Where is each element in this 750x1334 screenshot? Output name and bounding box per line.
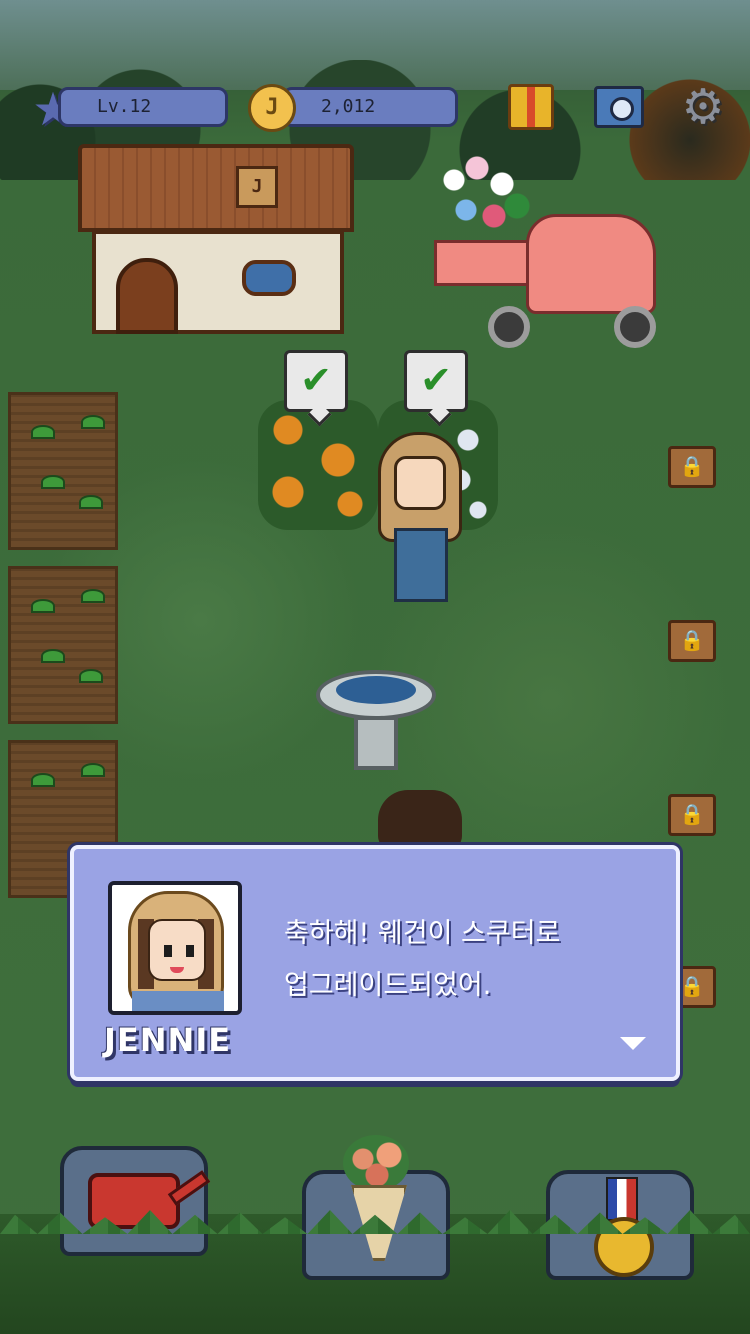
scooter-wheel-rear bbox=[488, 306, 530, 348]
sprout bbox=[41, 475, 65, 489]
house-roof bbox=[78, 144, 354, 232]
house-window bbox=[242, 260, 296, 296]
sprout bbox=[31, 425, 55, 439]
locked-plot-sign[interactable]: 🔒 bbox=[668, 446, 716, 488]
achievements-button[interactable] bbox=[546, 1170, 694, 1280]
check-icon[interactable]: ✔ bbox=[404, 350, 468, 412]
level-label: Lv.12 bbox=[97, 96, 152, 117]
crop-field[interactable] bbox=[8, 566, 118, 724]
lock-icon: 🔒 bbox=[679, 802, 705, 826]
game-scene: ★ Lv.12 2,012 J ⚙ J 🔒 🔒 🔒 🔒 ✔ ✔ JENNIE 축… bbox=[0, 0, 750, 1334]
portrait-eye bbox=[164, 945, 172, 957]
coin-icon: J bbox=[248, 84, 296, 132]
lock-icon: 🔒 bbox=[679, 454, 705, 478]
character-face bbox=[394, 456, 446, 510]
camera-button[interactable] bbox=[592, 80, 646, 134]
house[interactable]: J bbox=[78, 132, 354, 334]
crop-field[interactable] bbox=[8, 392, 118, 550]
dialog-box[interactable]: JENNIE 축하해! 웨건이 스쿠터로 업그레이드되었어. bbox=[70, 845, 680, 1081]
watering-button[interactable] bbox=[60, 1146, 208, 1256]
bouquet-icon bbox=[341, 1135, 411, 1255]
scooter-body bbox=[526, 214, 656, 314]
portrait-shoulders bbox=[132, 991, 224, 1011]
sprout bbox=[81, 763, 105, 777]
dialog-line-1: 축하해! 웨건이 스쿠터로 bbox=[284, 918, 561, 949]
check-icon[interactable]: ✔ bbox=[284, 350, 348, 412]
sprout bbox=[81, 589, 105, 603]
portrait-eye bbox=[186, 945, 194, 957]
flower-scooter[interactable] bbox=[426, 150, 666, 348]
house-door[interactable] bbox=[116, 258, 178, 334]
fountain-water bbox=[336, 676, 416, 704]
house-sign: J bbox=[236, 166, 278, 208]
lock-icon: 🔒 bbox=[679, 974, 705, 998]
fountain-base bbox=[354, 716, 398, 770]
gift-button[interactable] bbox=[504, 80, 558, 134]
sprout bbox=[79, 495, 103, 509]
level-pill: Lv.12 bbox=[58, 87, 228, 127]
lock-icon: 🔒 bbox=[679, 628, 705, 652]
player-character[interactable] bbox=[374, 432, 466, 602]
sprout bbox=[31, 599, 55, 613]
pet-dog[interactable] bbox=[378, 790, 462, 850]
locked-plot-sign[interactable]: 🔒 bbox=[668, 620, 716, 662]
fountain[interactable] bbox=[316, 640, 436, 770]
dialog-line-2: 업그레이드되었어. bbox=[284, 970, 492, 1001]
character-body bbox=[394, 528, 448, 602]
settings-button[interactable]: ⚙ bbox=[676, 80, 730, 134]
locked-plot-sign[interactable]: 🔒 bbox=[668, 794, 716, 836]
sprout bbox=[31, 773, 55, 787]
sprout bbox=[81, 415, 105, 429]
gear-icon: ⚙ bbox=[681, 79, 725, 135]
down-arrow-icon[interactable] bbox=[620, 1037, 646, 1050]
scooter-flowers bbox=[432, 150, 532, 246]
camera-icon bbox=[594, 86, 644, 128]
scooter-wheel-front bbox=[614, 306, 656, 348]
coin-pill: 2,012 bbox=[282, 87, 458, 127]
gift-icon bbox=[508, 84, 554, 130]
speaker-name: JENNIE bbox=[104, 1021, 232, 1059]
sprout bbox=[41, 649, 65, 663]
speaker-portrait bbox=[108, 881, 242, 1015]
sprout bbox=[79, 669, 103, 683]
coin-amount: 2,012 bbox=[321, 96, 376, 117]
